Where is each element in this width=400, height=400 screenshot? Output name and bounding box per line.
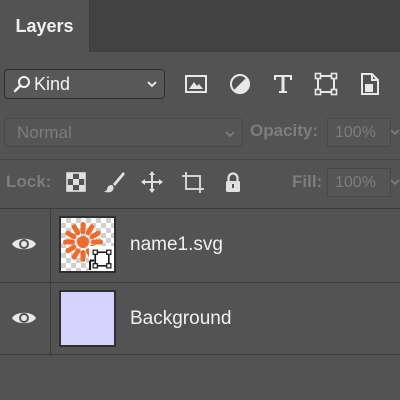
chevron-down-icon <box>225 131 235 138</box>
blend-mode-select[interactable]: Normal <box>4 118 243 147</box>
layer-thumbnail[interactable] <box>59 290 116 347</box>
smart-object-filter-icon[interactable] <box>358 72 382 96</box>
lock-all-icon[interactable] <box>221 170 245 194</box>
layer-name[interactable]: name1.svg <box>130 234 223 256</box>
lock-transparent-pixels-icon[interactable] <box>64 170 88 194</box>
lock-artboard-icon[interactable] <box>181 170 205 194</box>
panel-tab-bar: Layers <box>0 0 400 53</box>
visibility-toggle[interactable] <box>0 209 50 282</box>
lock-image-pixels-icon[interactable] <box>102 170 126 194</box>
tab-separator <box>89 0 90 52</box>
fill-value: 100% <box>335 173 376 191</box>
smart-object-badge-icon <box>89 246 114 271</box>
layer-row-background[interactable]: Background <box>0 282 400 356</box>
tab-layers[interactable]: Layers <box>0 0 89 53</box>
shape-filter-icon[interactable] <box>314 72 338 96</box>
visibility-column-separator <box>50 209 51 282</box>
filter-kind-select[interactable]: Kind <box>4 69 165 99</box>
fill-label: Fill: <box>292 172 323 191</box>
layers-list: name1.svg Background <box>0 208 400 400</box>
transparency-checkerboard <box>61 218 114 271</box>
search-icon <box>13 76 30 93</box>
opacity-slider-chevron-icon[interactable] <box>390 127 400 139</box>
opacity-input[interactable]: 100% <box>327 118 391 147</box>
opacity-label: Opacity: <box>250 121 319 140</box>
blend-mode-label: Normal <box>17 122 72 142</box>
layer-thumbnail[interactable] <box>59 216 116 273</box>
eye-icon <box>12 312 36 324</box>
adjustment-filter-icon[interactable] <box>228 72 252 96</box>
fill-input[interactable]: 100% <box>327 168 391 197</box>
layers-panel: Layers Kind Normal Opacity: 100% Lock: F… <box>0 0 400 400</box>
layer-row-name1-svg[interactable]: name1.svg <box>0 208 400 282</box>
tab-layers-label: Layers <box>15 16 74 36</box>
opacity-value: 100% <box>335 123 376 141</box>
image-filter-icon[interactable] <box>184 72 208 96</box>
layers-list-end-divider <box>0 354 400 355</box>
eye-icon <box>12 238 36 250</box>
visibility-toggle[interactable] <box>0 283 50 356</box>
visibility-column-separator <box>50 283 51 356</box>
chevron-down-icon <box>147 81 157 88</box>
fill-slider-chevron-icon[interactable] <box>390 177 400 189</box>
lock-label: Lock: <box>6 172 52 191</box>
divider <box>0 159 400 160</box>
layer-name[interactable]: Background <box>130 308 231 330</box>
type-filter-icon[interactable] <box>271 72 295 96</box>
lock-position-icon[interactable] <box>140 170 164 194</box>
filter-kind-label: Kind <box>34 73 71 94</box>
